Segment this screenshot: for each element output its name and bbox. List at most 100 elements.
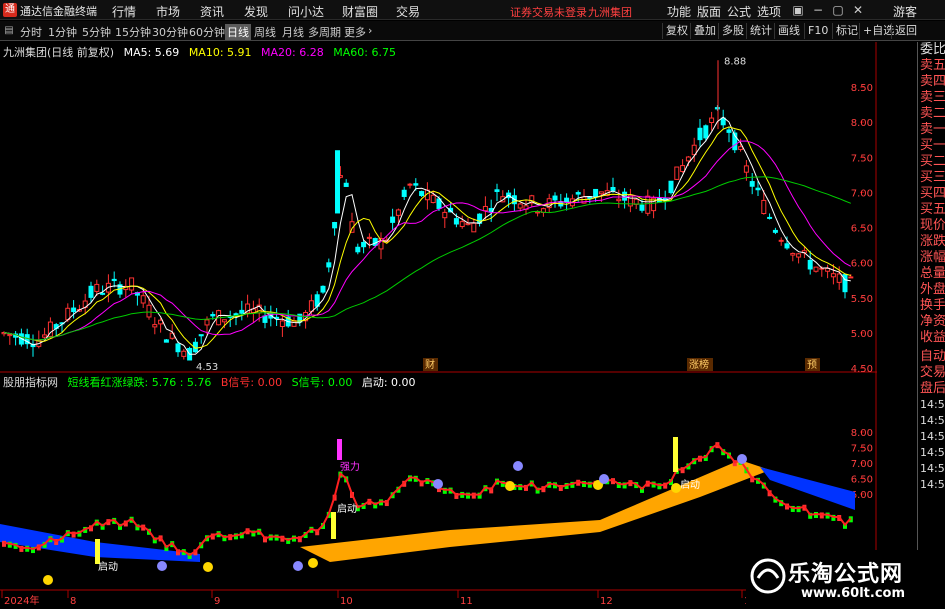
period-5min[interactable]: 5分钟 [82, 24, 111, 40]
button-add-watchlist[interactable]: +自选 [859, 23, 894, 39]
panel-time: 14:56 [920, 414, 945, 427]
panel-item: 卖一 [920, 122, 945, 137]
period-daily[interactable]: 日线 [225, 24, 251, 40]
panel-time: 14:56 [920, 478, 945, 491]
ma60-label: MA60: 6.75 [333, 46, 396, 59]
period-weekly[interactable]: 周线 [254, 24, 276, 40]
candle-body [482, 205, 488, 212]
title-bar: 通 通达信金融终端 行情 市场 资讯 发现 问小达 财富圈 交易 证券交易未登录… [0, 0, 945, 20]
y-tick-label: 6.50 [851, 224, 873, 235]
panel-lower: 自动交易盘后 14:56 14:56 14:56 14:56 14:56 14:56 [918, 349, 945, 493]
panel-time: 14:56 [920, 430, 945, 443]
period-multi[interactable]: 多周期 [308, 24, 341, 40]
panel-time: 14:56 [920, 462, 945, 475]
button-stats[interactable]: 统计 [746, 23, 772, 39]
ma10-line [3, 126, 851, 349]
guest-button[interactable]: 游客 [893, 3, 917, 20]
candle-body [88, 285, 94, 298]
candle-body [848, 276, 854, 279]
candle-body [697, 127, 703, 141]
button-multistock[interactable]: 多股 [718, 23, 744, 39]
candle-body [790, 252, 796, 256]
button-f10[interactable]: F10 [804, 23, 828, 39]
candle-body [181, 350, 187, 357]
candle-body [813, 266, 819, 272]
menu-function[interactable]: 功能 [667, 3, 691, 20]
menu-ask[interactable]: 问小达 [288, 3, 324, 20]
kline-chart[interactable]: 8.50 8.00 7.50 7.00 6.50 6.00 5.50 5.00 4.50 8.00… [0, 42, 877, 609]
button-overlay[interactable]: 叠加 [690, 23, 716, 39]
minimize-icon[interactable]: − [810, 2, 826, 18]
menu-news[interactable]: 资讯 [200, 3, 224, 20]
candle-body [320, 285, 326, 293]
ma10-label: MA10: 5.91 [188, 46, 252, 59]
candle-body [94, 283, 100, 292]
candle-body [390, 216, 396, 223]
candle-body [564, 197, 570, 202]
button-back[interactable]: 返回 [891, 23, 917, 39]
indicator-annotation: 启动 [337, 502, 357, 515]
restore-icon[interactable]: ▢ [830, 2, 846, 18]
skin-icon[interactable]: ▣ [790, 2, 806, 18]
candle-body [703, 125, 709, 139]
panel-item: 净资 [920, 314, 945, 329]
y-tick-label: 6.00 [851, 259, 873, 270]
menu-quotes[interactable]: 行情 [112, 3, 136, 20]
panel-item: 买五 [920, 202, 945, 217]
menu-formula[interactable]: 公式 [727, 3, 751, 20]
y-tick-label: 5.50 [851, 294, 873, 305]
event-marker-label: 财 [425, 358, 435, 371]
menu-layout[interactable]: 版面 [697, 3, 721, 20]
candle-body [413, 183, 419, 186]
indicator-name: 股朋指标网 [3, 376, 58, 389]
menu-trade[interactable]: 交易 [396, 3, 420, 20]
panel-item: 现价 [920, 218, 945, 233]
candle-body [204, 319, 210, 326]
button-draw[interactable]: 画线 [774, 23, 800, 39]
menu-market[interactable]: 市场 [156, 3, 180, 20]
candle-body [111, 278, 117, 282]
panel-item: 卖三 [920, 90, 945, 105]
indicator-legend: 股朋指标网 短线看红涨绿跌: 5.76 : 5.76 B信号: 0.00 S信号… [3, 374, 422, 390]
app-logo-icon: 通 [3, 3, 17, 17]
watermark-logo-icon [750, 558, 786, 594]
period-1min[interactable]: 1分钟 [48, 24, 77, 40]
candle-body [332, 222, 338, 229]
login-notice[interactable]: 证券交易未登录 [510, 4, 587, 20]
menu-discover[interactable]: 发现 [244, 3, 268, 20]
candle-body [552, 195, 558, 201]
candle-body [419, 191, 425, 197]
ind-y-tick-label: 6.50 [851, 475, 873, 486]
candle-body [361, 241, 367, 248]
close-icon[interactable]: ✕ [850, 2, 866, 18]
period-60min[interactable]: 60分钟 [189, 24, 225, 40]
period-more[interactable]: 更多 [344, 24, 366, 40]
menu-options[interactable]: 选项 [757, 3, 781, 20]
period-timeshare[interactable]: 分时 [20, 24, 42, 40]
candle-body [442, 211, 448, 219]
smiley-icon [203, 562, 213, 572]
candle-body [407, 183, 413, 186]
period-30min[interactable]: 30分钟 [152, 24, 188, 40]
sad-face-icon [433, 479, 443, 489]
button-mark[interactable]: 标记 [832, 23, 858, 39]
candle-body [767, 216, 773, 219]
chevron-right-icon[interactable]: › [368, 24, 372, 37]
candle-body [262, 315, 268, 323]
candle-body [239, 309, 245, 314]
menu-wealth[interactable]: 财富圈 [342, 3, 378, 20]
panel-item: 卖四 [920, 74, 945, 89]
candle-body [680, 165, 686, 173]
lock-icon[interactable]: ▤ [2, 23, 16, 38]
y-tick-label: 8.00 [851, 118, 873, 129]
watermark-url: www.60lt.com [801, 586, 906, 601]
button-adjust[interactable]: 复权 [662, 23, 688, 39]
ind-y-tick-label: 8.00 [851, 428, 873, 439]
period-15min[interactable]: 15分钟 [115, 24, 151, 40]
ind-y-tick-label: 7.50 [851, 444, 873, 455]
panel-items: 卖五 卖四 卖三 卖二 卖一 买一 买二 买三 买四 买五 现价 涨跌 涨幅 总量 外盘 换手 净资 收益 [918, 58, 945, 346]
candle-body [639, 204, 645, 211]
candle-body [714, 107, 720, 110]
period-monthly[interactable]: 月线 [282, 24, 304, 40]
chart-area[interactable]: 8.50 8.00 7.50 7.00 6.50 6.00 5.50 5.00 4.50 8.00… [0, 42, 877, 609]
